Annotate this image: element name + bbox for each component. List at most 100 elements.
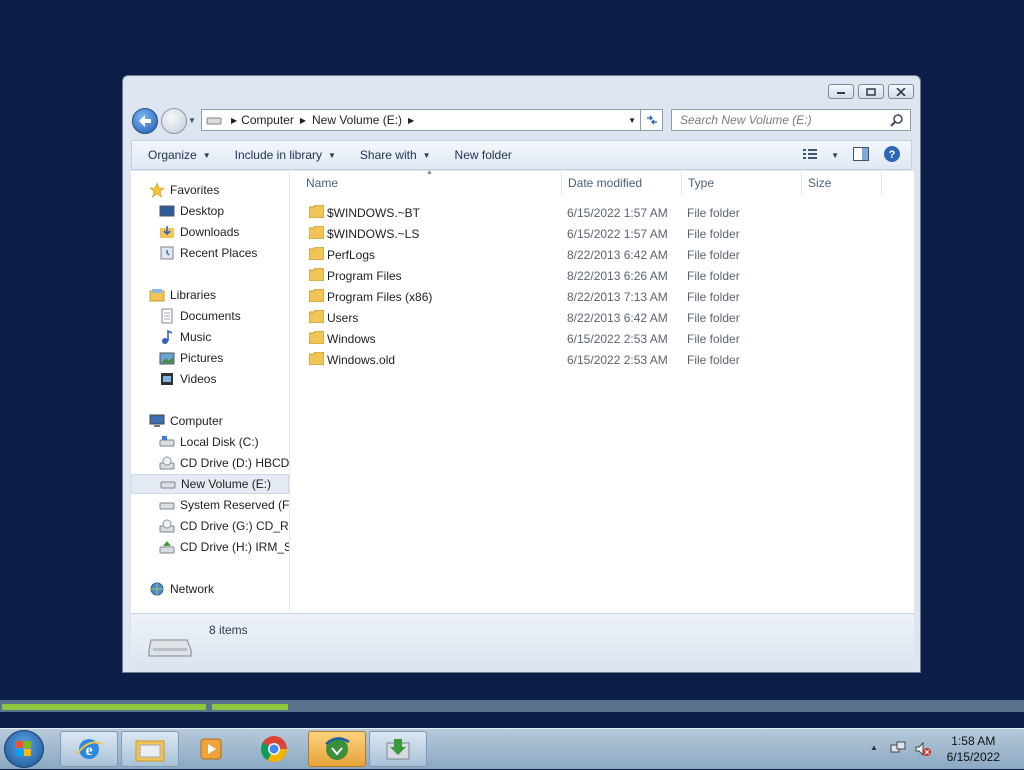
new-folder-button[interactable]: New folder <box>447 148 520 162</box>
file-date: 6/15/2022 2:53 AM <box>567 331 668 346</box>
nav-desktop[interactable]: Desktop <box>159 201 289 221</box>
drive-icon <box>159 497 175 513</box>
nav-cd-drive-h[interactable]: CD Drive (H:) IRM_SI <box>159 537 289 557</box>
nav-cd-drive-g-label: CD Drive (G:) CD_RC <box>180 519 289 533</box>
star-icon <box>149 182 165 198</box>
column-name-label: Name <box>306 176 339 190</box>
nav-libraries[interactable]: Libraries <box>149 285 307 305</box>
breadcrumb-computer[interactable]: Computer <box>241 113 294 127</box>
system-clock[interactable]: 1:58 AM 6/15/2022 <box>947 733 1000 765</box>
volume-muted-icon[interactable] <box>915 741 931 757</box>
item-count: 8 items <box>209 623 248 637</box>
nav-cd-drive-h-label: CD Drive (H:) IRM_SI <box>180 540 289 554</box>
column-header-name[interactable]: Name ▲ <box>300 169 562 195</box>
new-folder-label: New folder <box>454 148 512 162</box>
maximize-button[interactable] <box>858 84 884 99</box>
libraries-icon <box>149 287 165 303</box>
nav-new-volume-e[interactable]: New Volume (E:) <box>131 474 289 494</box>
internet-explorer-icon: e <box>76 739 103 759</box>
file-type: File folder <box>687 352 740 367</box>
file-name: Windows <box>327 331 376 346</box>
nav-cd-drive-d[interactable]: CD Drive (D:) HBCD_ <box>159 453 289 473</box>
nav-recent-places-label: Recent Places <box>180 246 258 260</box>
nav-network[interactable]: Network <box>149 579 307 599</box>
file-type: File folder <box>687 205 740 220</box>
nav-pictures-label: Pictures <box>180 351 224 365</box>
nav-videos[interactable]: Videos <box>159 369 289 389</box>
share-with-menu[interactable]: Share with ▼ <box>352 148 439 162</box>
organize-menu[interactable]: Organize ▼ <box>140 148 219 162</box>
clock-time: 1:58 AM <box>951 734 996 748</box>
address-dropdown-icon[interactable]: ▼ <box>628 116 636 125</box>
show-hidden-icons-icon[interactable]: ▲ <box>870 743 878 752</box>
network-tray-icon[interactable] <box>890 741 906 757</box>
minimize-button[interactable] <box>828 84 854 99</box>
file-type: File folder <box>687 247 740 262</box>
command-bar: Organize ▼ Include in library ▼ Share with… <box>131 140 912 170</box>
breadcrumb-arrow-icon[interactable]: ▶ <box>300 116 306 125</box>
view-options-icon[interactable] <box>803 148 818 163</box>
drive-large-icon <box>148 639 192 657</box>
breadcrumb-arrow-icon[interactable]: ▶ <box>408 116 414 125</box>
caption-buttons <box>828 84 914 99</box>
nav-recent-places[interactable]: Recent Places <box>159 243 289 263</box>
recent-places-icon <box>159 245 175 261</box>
nav-downloads[interactable]: Downloads <box>159 222 289 242</box>
taskbar-chrome[interactable] <box>245 731 303 767</box>
nav-documents[interactable]: Documents <box>159 306 289 326</box>
nav-libraries-label: Libraries <box>170 288 217 302</box>
search-box[interactable]: Search New Volume (E:) <box>671 109 911 131</box>
nav-cd-drive-g[interactable]: CD Drive (G:) CD_RC <box>159 516 289 536</box>
nav-cd-drive-d-label: CD Drive (D:) HBCD_ <box>180 456 289 470</box>
start-button[interactable] <box>4 730 44 768</box>
column-header-type[interactable]: Type <box>682 171 802 195</box>
address-bar[interactable]: ▶ Computer ▶ New Volume (E:) ▶ ▼ <box>201 109 641 131</box>
taskbar-internet-explorer[interactable]: e <box>60 731 118 767</box>
taskbar-download-manager[interactable] <box>308 731 366 767</box>
close-button[interactable] <box>888 84 914 99</box>
breadcrumb-new-volume[interactable]: New Volume (E:) <box>312 113 402 127</box>
recent-pages-dropdown-icon[interactable]: ▼ <box>188 116 196 125</box>
column-header-date-modified[interactable]: Date modified <box>562 171 682 195</box>
nav-favorites[interactable]: Favorites <box>149 180 307 200</box>
file-row[interactable]: Windows.old 6/15/2022 2:53 AM File folde… <box>290 349 914 370</box>
nav-network-label: Network <box>170 582 215 596</box>
media-player-icon <box>200 738 222 760</box>
help-icon[interactable]: ? <box>883 145 901 166</box>
taskbar-installer[interactable] <box>369 731 427 767</box>
column-header-size[interactable]: Size <box>802 171 882 195</box>
file-row[interactable]: Program Files 8/22/2013 6:26 AM File fol… <box>290 265 914 286</box>
file-row[interactable]: $WINDOWS.~LS 6/15/2022 1:57 AM File fold… <box>290 223 914 244</box>
music-icon <box>159 329 175 345</box>
refresh-button[interactable] <box>641 109 663 131</box>
file-row[interactable]: Windows 6/15/2022 2:53 AM File folder <box>290 328 914 349</box>
chrome-icon <box>260 736 288 763</box>
file-row[interactable]: PerfLogs 8/22/2013 6:42 AM File folder <box>290 244 914 265</box>
preview-pane-icon[interactable] <box>853 146 869 164</box>
file-row[interactable]: $WINDOWS.~BT 6/15/2022 1:57 AM File fold… <box>290 202 914 223</box>
progress-segment-left <box>2 704 206 710</box>
search-icon[interactable] <box>890 113 904 127</box>
nav-pictures[interactable]: Pictures <box>159 348 289 368</box>
back-button[interactable] <box>132 108 158 134</box>
documents-icon <box>159 308 175 324</box>
file-date: 6/15/2022 2:53 AM <box>567 352 668 367</box>
nav-local-disk-c[interactable]: Local Disk (C:) <box>159 432 289 452</box>
taskbar-explorer[interactable] <box>121 731 179 767</box>
file-row[interactable]: Users 8/22/2013 6:42 AM File folder <box>290 307 914 328</box>
clock-date: 6/15/2022 <box>946 750 1000 764</box>
view-dropdown-icon[interactable]: ▼ <box>831 151 839 160</box>
search-placeholder: Search New Volume (E:) <box>680 113 812 127</box>
file-row[interactable]: Program Files (x86) 8/22/2013 7:13 AM Fi… <box>290 286 914 307</box>
taskbar-media-player[interactable] <box>182 731 240 767</box>
nav-music[interactable]: Music <box>159 327 289 347</box>
nav-system-reserved-f[interactable]: System Reserved (F:) <box>159 495 289 515</box>
folder-icon <box>309 352 324 365</box>
file-name: Program Files <box>327 268 402 283</box>
organize-label: Organize <box>148 148 197 162</box>
forward-button[interactable] <box>161 108 187 134</box>
file-name: Windows.old <box>327 352 396 367</box>
include-in-library-menu[interactable]: Include in library ▼ <box>227 148 344 162</box>
refresh-icon <box>646 115 657 125</box>
nav-computer[interactable]: Computer <box>149 411 307 431</box>
